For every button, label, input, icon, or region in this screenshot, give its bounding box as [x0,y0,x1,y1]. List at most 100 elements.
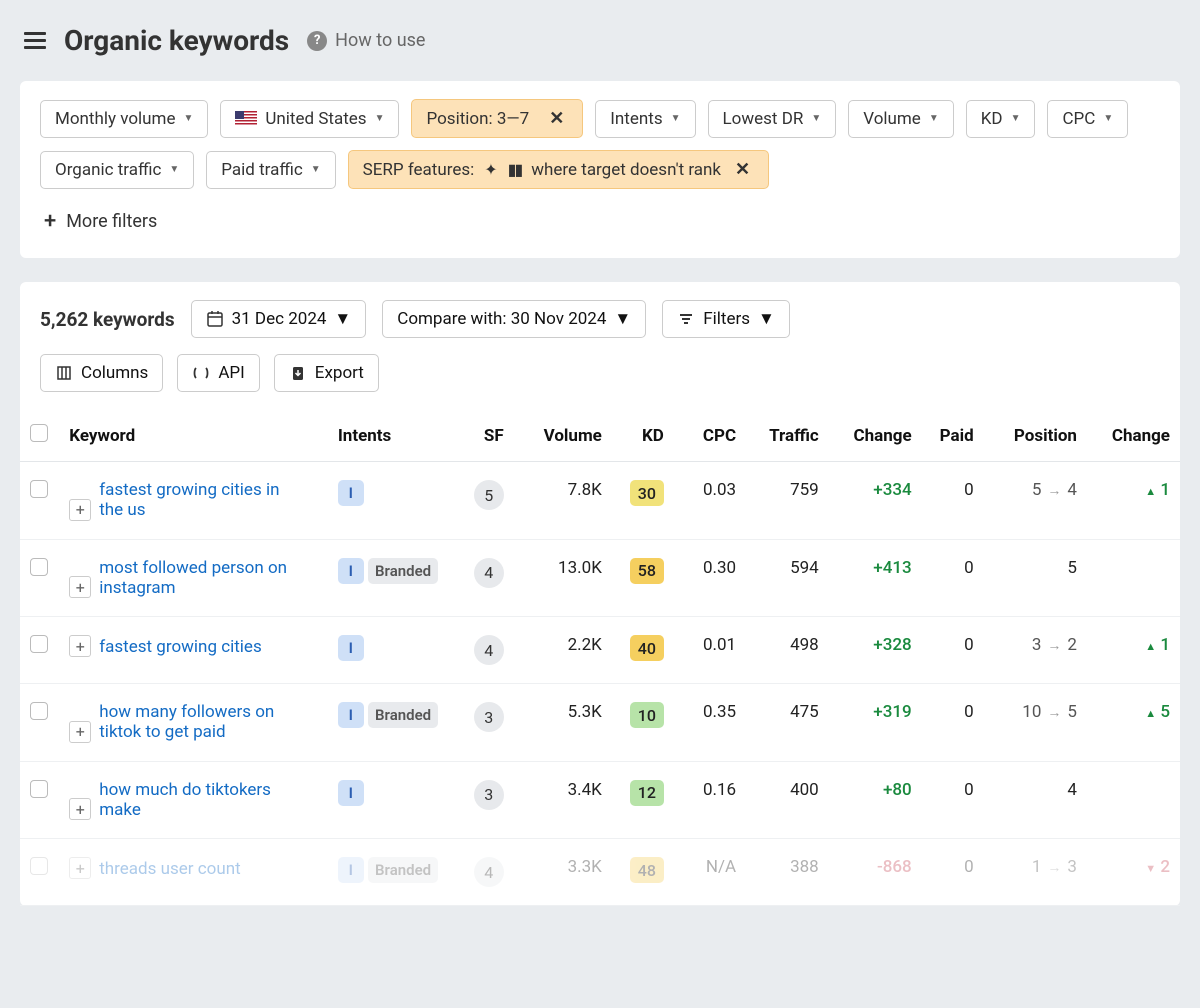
kd-badge: 10 [630,702,664,728]
cell-cpc: 0.03 [674,462,746,540]
filter-serp-features-active[interactable]: SERP features: ✦ ▮▮ where target doesn't… [348,150,769,189]
cell-change: -868 [829,839,922,906]
keyword-link[interactable]: most followed person on instagram [99,558,289,598]
cell-paid: 0 [922,617,984,684]
cell-pos-change: ▼ 2 [1087,839,1180,906]
intent-badge-informational: I [338,780,364,806]
col-change[interactable]: Change [829,410,922,462]
table-row: +fastest growing citiesI 42.2K400.01498+… [20,617,1180,684]
col-sf[interactable]: SF [462,410,514,462]
date-picker[interactable]: 31 Dec 2024▼ [191,300,367,338]
filter-paid-traffic[interactable]: Paid traffic▼ [206,151,335,189]
table-row: +threads user countI Branded 43.3K48N/A3… [20,839,1180,906]
export-button[interactable]: Export [274,354,379,392]
expand-icon[interactable]: + [69,576,91,598]
filter-cpc[interactable]: CPC▼ [1047,100,1128,138]
col-paid[interactable]: Paid [922,410,984,462]
cell-volume: 3.4K [514,761,612,839]
expand-icon[interactable]: + [69,798,91,820]
cell-pos-change [1087,761,1180,839]
filter-volume[interactable]: Volume▼ [848,100,953,138]
page-title: Organic keywords [64,24,289,57]
cell-pos-change [1087,539,1180,617]
cell-traffic: 475 [746,684,829,762]
col-pos-change[interactable]: Change [1087,410,1180,462]
keyword-link[interactable]: how many followers on tiktok to get paid [99,702,289,742]
col-traffic[interactable]: Traffic [746,410,829,462]
col-volume[interactable]: Volume [514,410,612,462]
filter-kd[interactable]: KD▼ [966,100,1036,138]
cell-paid: 0 [922,761,984,839]
chevron-down-icon: ▼ [929,113,939,124]
cell-traffic: 498 [746,617,829,684]
keyword-link[interactable]: fastest growing cities [99,637,261,657]
cell-pos-change: ▲ 1 [1087,462,1180,540]
row-checkbox[interactable] [30,780,48,798]
chevron-down-icon: ▼ [375,113,385,124]
filter-organic-traffic[interactable]: Organic traffic▼ [40,151,194,189]
calendar-icon [206,310,224,328]
intent-badge-informational: I [338,480,364,506]
cell-change: +413 [829,539,922,617]
row-checkbox[interactable] [30,702,48,720]
intent-badge-branded: Branded [368,702,438,728]
sf-badge: 4 [474,857,504,887]
cell-cpc: 0.35 [674,684,746,762]
filter-intents[interactable]: Intents▼ [595,100,695,138]
plus-icon: + [44,209,56,234]
expand-icon[interactable]: + [69,857,91,879]
kd-badge: 30 [630,480,664,506]
select-all-checkbox[interactable] [30,424,48,442]
row-checkbox[interactable] [30,558,48,576]
row-checkbox[interactable] [30,635,48,653]
filter-position-active[interactable]: Position: 3—7✕ [411,99,583,138]
menu-icon[interactable] [24,32,46,49]
help-link[interactable]: ? How to use [307,30,425,51]
results-panel: 5,262 keywords 31 Dec 2024▼ Compare with… [20,282,1180,906]
col-kd[interactable]: KD [612,410,674,462]
col-cpc[interactable]: CPC [674,410,746,462]
expand-icon[interactable]: + [69,635,91,657]
col-position[interactable]: Position [984,410,1087,462]
cell-position: 5 [984,539,1087,617]
filters-button[interactable]: Filters▼ [662,300,790,338]
cell-change: +80 [829,761,922,839]
columns-button[interactable]: Columns [40,354,163,392]
row-checkbox[interactable] [30,857,48,875]
chevron-down-icon: ▼ [1011,113,1021,124]
col-keyword[interactable]: Keyword [59,410,328,462]
chevron-down-icon: ▼ [334,309,351,329]
chevron-down-icon: ▼ [671,113,681,124]
filter-country[interactable]: United States▼ [220,100,399,138]
filter-lowest-dr[interactable]: Lowest DR▼ [708,100,837,138]
cell-position: 5 → 4 [984,462,1087,540]
table-row: +how much do tiktokers makeI 33.4K120.16… [20,761,1180,839]
intent-badge-informational: I [338,857,364,883]
cell-traffic: 388 [746,839,829,906]
expand-icon[interactable]: + [69,499,91,521]
chevron-down-icon: ▼ [811,113,821,124]
keyword-link[interactable]: how much do tiktokers make [99,780,289,820]
filter-icon [677,310,695,328]
compare-picker[interactable]: Compare with: 30 Nov 2024▼ [382,300,646,338]
cell-pos-change: ▲ 5 [1087,684,1180,762]
api-button[interactable]: API [177,354,259,392]
cell-volume: 3.3K [514,839,612,906]
sf-badge: 3 [474,780,504,810]
row-checkbox[interactable] [30,480,48,498]
expand-icon[interactable]: + [69,721,91,743]
cell-cpc: 0.30 [674,539,746,617]
chevron-down-icon: ▼ [311,164,321,175]
close-icon[interactable]: ✕ [731,159,754,180]
keyword-link[interactable]: fastest growing cities in the us [99,480,289,520]
keyword-link[interactable]: threads user count [99,859,240,879]
filter-monthly-volume[interactable]: Monthly volume▼ [40,100,208,138]
col-intents[interactable]: Intents [328,410,462,462]
cell-position: 4 [984,761,1087,839]
help-icon: ? [307,31,327,51]
cell-change: +334 [829,462,922,540]
keyword-count: 5,262 keywords [40,308,175,331]
cell-change: +319 [829,684,922,762]
close-icon[interactable]: ✕ [545,108,568,129]
more-filters-button[interactable]: + More filters [40,203,1160,240]
